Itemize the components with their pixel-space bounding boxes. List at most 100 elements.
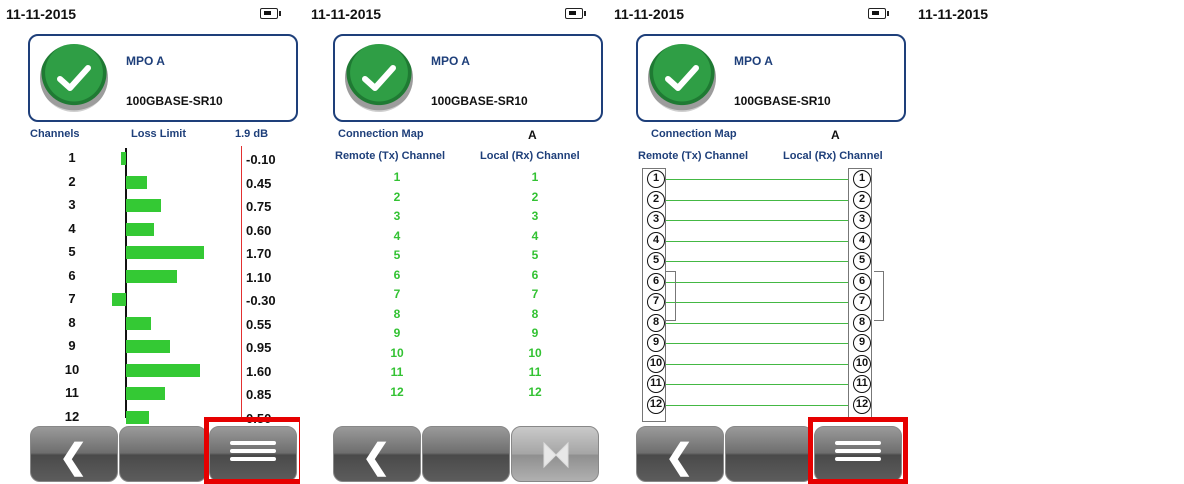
local-channel: 6 (531, 267, 539, 282)
channel-number: 10 (64, 361, 80, 377)
remote-channel: 12 (390, 384, 404, 399)
swap-icon (543, 441, 569, 469)
date-label: 11-11-2015 (614, 6, 685, 22)
local-header: Local (Rx) Channel (783, 150, 883, 162)
pass-check-icon (40, 44, 108, 112)
channel-number: 4 (68, 220, 76, 236)
loss-value: 0.55 (246, 316, 272, 332)
local-node: 4 (853, 231, 871, 250)
blank-softkey[interactable] (119, 426, 207, 482)
remote-channel: 7 (393, 287, 401, 301)
result-card[interactable]: MPO A 100GBASE-SR10 (28, 34, 298, 122)
loss-value: 1.60 (246, 363, 272, 379)
back-button[interactable]: ❮ (30, 426, 118, 482)
swap-button[interactable] (511, 426, 599, 482)
remote-node: 6 (647, 272, 665, 291)
loss-value: 0.85 (246, 387, 272, 402)
chart-axis (125, 148, 127, 418)
local-node: 9 (853, 334, 871, 352)
fiber-connection-line (666, 363, 848, 365)
local-node: 7 (853, 293, 871, 311)
remote-node: 12 (647, 395, 665, 414)
local-node: 8 (853, 313, 871, 332)
remote-header: Remote (Tx) Channel (335, 150, 446, 162)
local-channel: 8 (531, 306, 539, 321)
loss-value: 0.45 (246, 175, 272, 191)
connection-map-label: Connection Map (338, 128, 424, 140)
remote-node: 4 (647, 231, 665, 250)
loss-bar (126, 387, 166, 400)
result-title: MPO A (431, 54, 470, 68)
status-bar: 11-11-2015 (305, 0, 605, 28)
result-title: MPO A (734, 54, 773, 68)
screen-loss-results: 11-11-2015 MPO A 100GBASE-SR10 Channels … (0, 0, 300, 484)
date-label: 11-11-2015 (6, 6, 77, 22)
result-card[interactable]: MPO A 100GBASE-SR10 (636, 34, 906, 122)
channel-number: 7 (68, 291, 76, 306)
channel-number: 1 (68, 150, 76, 165)
remote-node: 11 (647, 375, 665, 393)
loss-bar (126, 340, 170, 353)
back-chevron-icon: ❮ (665, 438, 694, 476)
local-channel: 2 (531, 189, 539, 204)
remote-channel: 8 (393, 306, 401, 321)
loss-limit-line (241, 146, 242, 418)
result-standard: 100GBASE-SR10 (431, 94, 528, 108)
local-node: 6 (853, 272, 871, 291)
local-node: 5 (853, 252, 871, 270)
fiber-connection-line (666, 404, 848, 406)
channels-header: Channels (30, 128, 80, 140)
loss-bar (126, 363, 200, 377)
channel-number: 2 (68, 173, 76, 189)
status-bar: 11-11-2015 (0, 0, 300, 28)
channel-number: 11 (65, 385, 79, 400)
back-chevron-icon: ❮ (59, 438, 88, 476)
screen-partial: 11-11-2015 (912, 0, 1184, 484)
remote-channel: 2 (393, 189, 401, 204)
loss-bar (126, 269, 177, 283)
key-bracket (666, 271, 676, 321)
channel-number: 5 (68, 244, 76, 259)
fiber-connection-line (666, 179, 848, 180)
date-label: 11-11-2015 (918, 6, 989, 22)
loss-bar (121, 152, 126, 165)
loss-bar (126, 410, 149, 424)
loss-bar (126, 316, 152, 330)
result-standard: 100GBASE-SR10 (734, 94, 831, 108)
remote-channel: 9 (393, 326, 401, 340)
loss-limit-value: 1.9 dB (235, 128, 269, 140)
remote-node: 9 (647, 334, 665, 352)
screen-connection-diagram: 11-11-2015 MPO A 100GBASE-SR10 Connectio… (608, 0, 908, 484)
local-channel: 7 (531, 287, 539, 301)
highlight-box (808, 417, 908, 484)
local-channel: 11 (528, 365, 542, 379)
local-header: Local (Rx) Channel (480, 150, 580, 162)
back-button[interactable]: ❮ (333, 426, 421, 482)
back-button[interactable]: ❮ (636, 426, 724, 482)
blank-softkey[interactable] (725, 426, 813, 482)
fiber-connection-line (666, 220, 848, 221)
result-title: MPO A (126, 54, 165, 68)
local-node: 3 (853, 211, 871, 229)
loss-value: 0.60 (246, 222, 272, 238)
pass-check-icon (648, 44, 716, 112)
result-standard: 100GBASE-SR10 (126, 94, 223, 108)
remote-node: 10 (647, 354, 665, 373)
local-channel: 3 (531, 209, 539, 223)
loss-value: 1.70 (246, 246, 272, 261)
loss-value: 1.10 (246, 269, 272, 285)
local-channel: 10 (528, 345, 542, 360)
status-bar: 11-11-2015 (608, 0, 908, 28)
result-card[interactable]: MPO A 100GBASE-SR10 (333, 34, 603, 122)
local-node: 2 (853, 190, 871, 209)
local-channel: 1 (531, 170, 539, 184)
connection-map-value: A (528, 128, 537, 142)
highlight-box (204, 417, 300, 484)
battery-icon (565, 8, 586, 19)
local-node: 1 (853, 170, 871, 188)
blank-softkey[interactable] (422, 426, 510, 482)
remote-channel: 3 (393, 209, 401, 223)
remote-node: 5 (647, 252, 665, 270)
fiber-connection-line (666, 384, 848, 385)
loss-value: -0.10 (246, 152, 276, 167)
